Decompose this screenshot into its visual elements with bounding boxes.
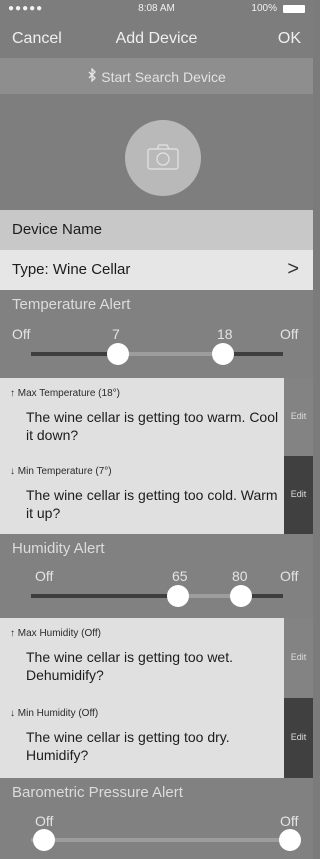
max-humidity-message-area: ↑ Max Humidity (Off) The wine cellar is … <box>0 618 284 698</box>
edit-label: Edit <box>290 411 307 421</box>
temperature-high-handle[interactable] <box>212 343 234 365</box>
bluetooth-icon <box>88 68 97 82</box>
min-temperature-caption: ↓ Min Temperature (7°) <box>10 466 112 477</box>
pressure-low-handle[interactable] <box>33 829 55 851</box>
add-photo-button[interactable] <box>125 120 201 196</box>
humidity-alert-section: Humidity Alert Off 65 80 Off <box>0 534 313 618</box>
min-temperature-alert: ↓ Min Temperature (7°) The wine cellar i… <box>0 456 313 534</box>
edit-label: Edit <box>290 652 307 662</box>
temperature-off-left-label: Off <box>12 326 31 342</box>
humidity-off-left-label: Off <box>35 568 54 584</box>
temperature-alert-header: Temperature Alert <box>12 296 131 313</box>
max-humidity-message: The wine cellar is getting too wet. Dehu… <box>26 649 233 683</box>
humidity-track-low-fill <box>31 594 178 598</box>
min-humidity-message: The wine cellar is getting too dry. Humi… <box>26 729 230 763</box>
humidity-low-value: 65 <box>172 568 188 584</box>
temperature-track-low-fill <box>31 352 118 356</box>
battery-icon <box>283 5 305 13</box>
photo-area <box>0 94 313 210</box>
page-title: Add Device <box>115 30 198 47</box>
temperature-low-handle[interactable] <box>107 343 129 365</box>
pressure-high-handle[interactable] <box>279 829 301 851</box>
humidity-high-handle[interactable] <box>230 585 252 607</box>
ok-button[interactable]: OK <box>278 30 301 48</box>
max-humidity-caption: ↑ Max Humidity (Off) <box>10 628 101 639</box>
max-humidity-alert: ↑ Max Humidity (Off) The wine cellar is … <box>0 618 313 698</box>
max-temperature-message: The wine cellar is getting too warm. Coo… <box>26 409 279 443</box>
humidity-off-right-label: Off <box>280 568 299 584</box>
barometric-pressure-alert-section: Barometric Pressure Alert Off Off <box>0 778 313 859</box>
chevron-right-icon: > <box>287 258 299 280</box>
max-temperature-alert: ↑ Max Temperature (18°) The wine cellar … <box>0 378 313 456</box>
edit-max-humidity-button[interactable]: Edit <box>284 618 313 698</box>
max-temperature-message-area: ↑ Max Temperature (18°) The wine cellar … <box>0 378 284 456</box>
pressure-off-right-label: Off <box>280 813 299 829</box>
min-humidity-alert: ↓ Min Humidity (Off) The wine cellar is … <box>0 698 313 778</box>
min-humidity-caption: ↓ Min Humidity (Off) <box>10 708 99 719</box>
temperature-slider-track[interactable] <box>31 352 283 356</box>
edit-min-humidity-button[interactable]: Edit <box>284 698 313 778</box>
edit-label: Edit <box>290 489 307 499</box>
humidity-alert-header: Humidity Alert <box>12 540 105 557</box>
navigation-bar: Cancel Add Device OK <box>0 18 313 58</box>
edit-min-temperature-button[interactable]: Edit <box>284 456 313 534</box>
start-search-label: Start Search Device <box>101 69 226 85</box>
temperature-alert-section: Temperature Alert Off 7 18 Off <box>0 290 313 378</box>
temperature-high-value: 18 <box>217 326 233 342</box>
start-search-button[interactable]: Start Search Device <box>0 58 313 94</box>
device-type-label: Type: Wine Cellar <box>12 261 131 278</box>
pressure-slider-track[interactable] <box>31 838 283 842</box>
device-name-field[interactable]: Device Name <box>0 210 313 250</box>
humidity-low-handle[interactable] <box>167 585 189 607</box>
battery-percent: 100% <box>251 3 277 14</box>
status-bar: ●●●●● 8:08 AM 100% <box>0 0 313 18</box>
max-temperature-caption: ↑ Max Temperature (18°) <box>10 388 120 399</box>
pressure-alert-header: Barometric Pressure Alert <box>12 784 183 801</box>
edit-max-temperature-button[interactable]: Edit <box>284 378 313 456</box>
min-temperature-message: The wine cellar is getting too cold. War… <box>26 487 278 521</box>
pressure-off-left-label: Off <box>35 813 54 829</box>
device-name-label: Device Name <box>12 221 103 238</box>
edit-label: Edit <box>290 732 307 742</box>
temperature-off-right-label: Off <box>280 326 299 342</box>
min-temperature-message-area: ↓ Min Temperature (7°) The wine cellar i… <box>0 456 284 534</box>
humidity-high-value: 80 <box>232 568 248 584</box>
device-type-row[interactable]: Type: Wine Cellar > <box>0 250 313 290</box>
camera-icon <box>147 144 179 170</box>
temperature-low-value: 7 <box>112 326 120 342</box>
add-device-screen: ●●●●● 8:08 AM 100% Cancel Add Device OK … <box>0 0 313 859</box>
min-humidity-message-area: ↓ Min Humidity (Off) The wine cellar is … <box>0 698 284 778</box>
